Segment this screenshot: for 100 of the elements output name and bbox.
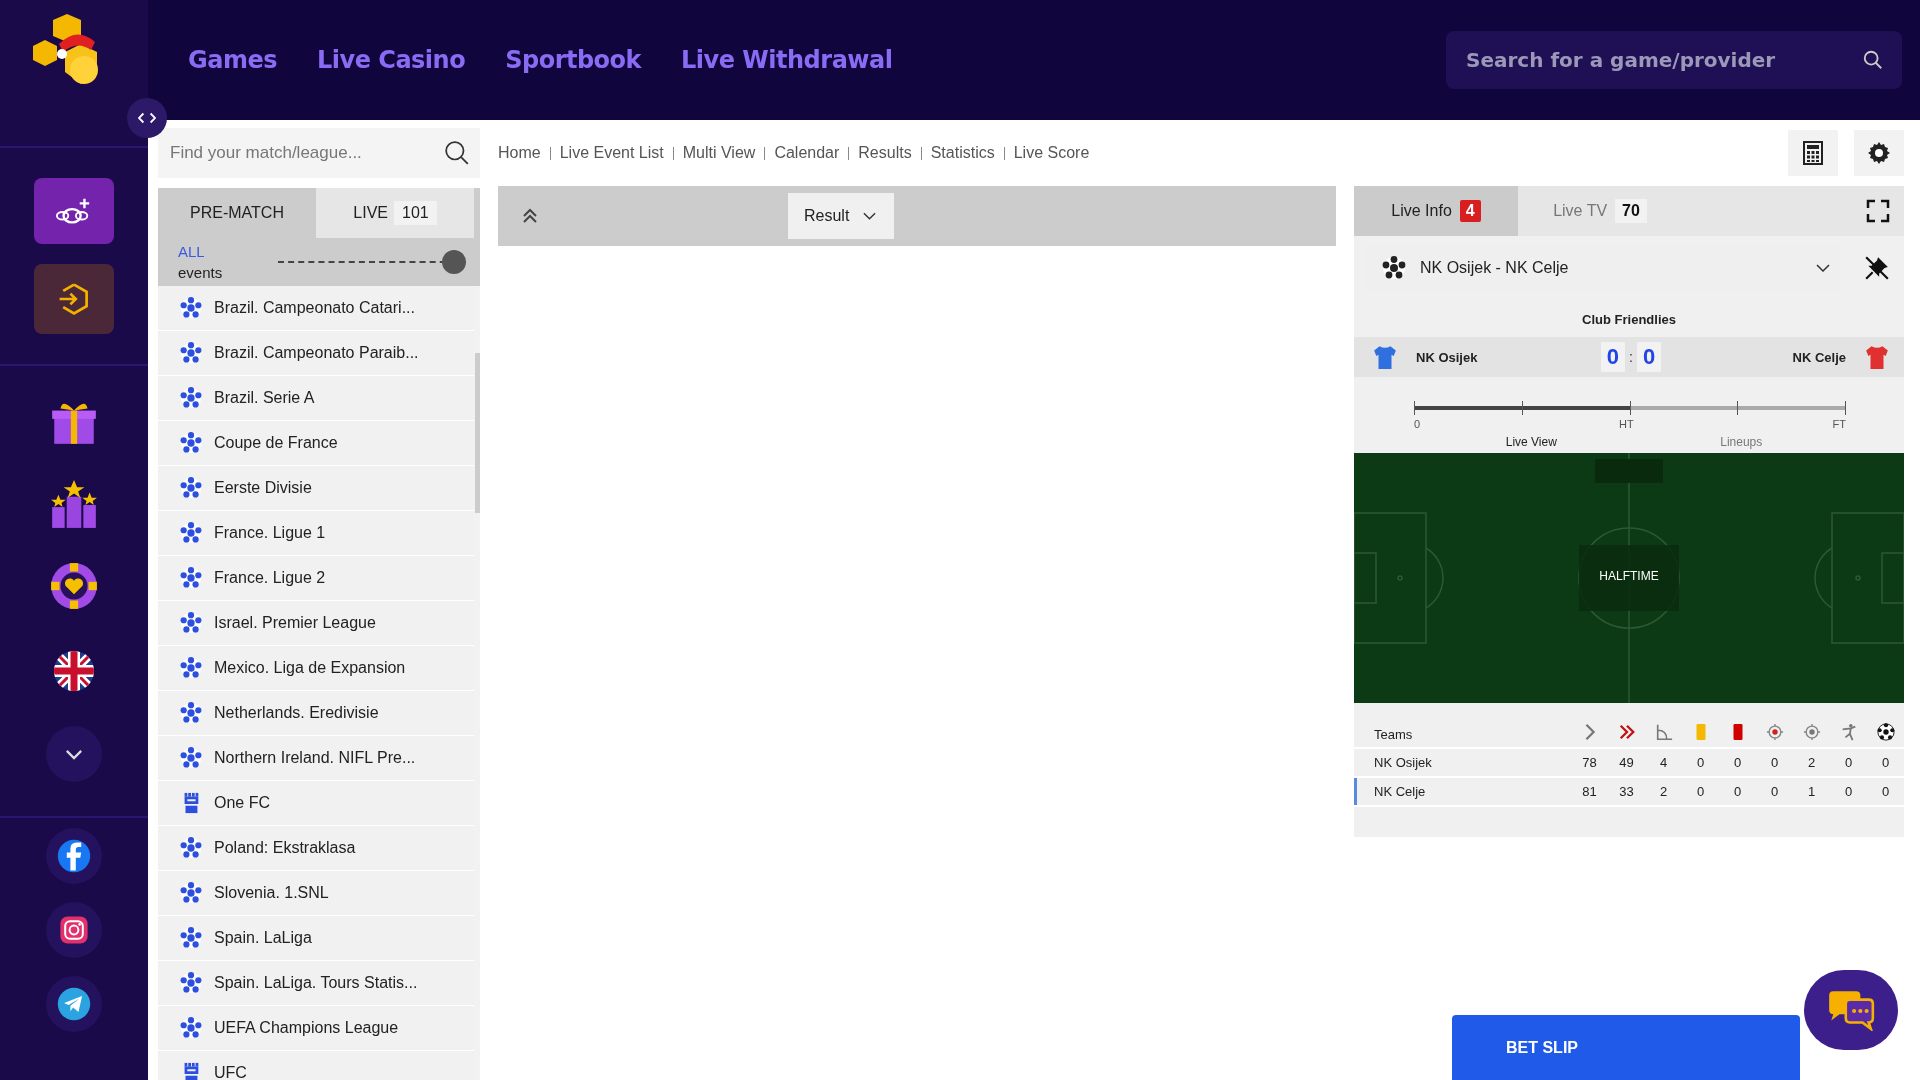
live-tab[interactable]: Live Info 4 — [1354, 186, 1518, 236]
ball-icon — [180, 387, 202, 409]
ball-icon — [180, 837, 202, 859]
facebook-button[interactable] — [46, 828, 102, 884]
instagram-button[interactable] — [46, 902, 102, 958]
stat-cell: 0 — [1682, 777, 1719, 805]
site-search-field[interactable]: Search for a game/provider — [1446, 31, 1902, 89]
search-icon[interactable] — [1862, 49, 1884, 71]
stat-cell: 4 — [1645, 748, 1682, 777]
settings-button[interactable] — [1854, 130, 1904, 176]
bet-slip-button[interactable]: BET SLIP — [1452, 1015, 1800, 1080]
mode-tab[interactable]: LIVE 101 — [316, 188, 474, 238]
view-tab[interactable]: Lineups — [1720, 435, 1763, 449]
ball-icon — [180, 1017, 202, 1039]
stat-cell: 0 — [1756, 777, 1793, 805]
nav-link[interactable]: Live Casino — [316, 46, 466, 74]
calculator-button[interactable] — [1788, 130, 1838, 176]
home-score: 0 — [1600, 342, 1626, 372]
ball-icon — [1382, 256, 1406, 280]
casino-chip-icon[interactable] — [48, 560, 100, 612]
stat-cell: 33 — [1608, 777, 1645, 805]
stat-cell: 0 — [1830, 777, 1867, 805]
stat-cell: 2 — [1793, 748, 1830, 777]
team-cell: NK Celje — [1354, 777, 1571, 805]
chevron-down-icon — [863, 212, 877, 220]
league-search-field[interactable]: Find your match/league... — [158, 128, 480, 178]
stats-row[interactable]: NK Celje 81 33 2 0 0 0 1 0 0 — [1354, 777, 1904, 805]
timeline-label: HT — [1619, 418, 1634, 430]
breadcrumb-link[interactable]: Live Score — [1013, 144, 1090, 162]
nav-link[interactable]: Games — [188, 46, 277, 74]
events-label: events — [178, 263, 224, 283]
search-icon[interactable] — [444, 140, 470, 166]
stat-cell: 49 — [1608, 748, 1645, 777]
stat-cell: 78 — [1571, 748, 1608, 777]
stat-cell: 0 — [1719, 777, 1756, 805]
breadcrumb-link[interactable]: Home — [498, 144, 541, 162]
breadcrumb-link[interactable]: Live Event List — [559, 144, 664, 162]
stat-cell: 0 — [1867, 748, 1904, 777]
chevron-down-icon — [65, 748, 83, 760]
events-slider[interactable] — [278, 250, 466, 274]
timeline-label: 0 — [1414, 418, 1421, 430]
stats-row[interactable]: NK Osijek 78 49 4 0 0 0 2 0 0 — [1354, 748, 1904, 777]
telegram-icon — [56, 986, 92, 1022]
double-chevron-icon — [1617, 723, 1636, 741]
ball-icon — [180, 567, 202, 589]
calculator-icon — [1803, 141, 1823, 165]
unpin-icon[interactable] — [1864, 255, 1890, 281]
nav-link[interactable]: Sportbook — [505, 46, 642, 74]
home-team-name: NK Osijek — [1416, 349, 1479, 365]
collapse-icon[interactable] — [522, 208, 538, 224]
competition-name: Club Friendlies — [1581, 311, 1677, 329]
register-button[interactable] — [34, 178, 114, 244]
match-status: HALFTIME — [1598, 569, 1660, 583]
corner-icon — [1654, 723, 1673, 741]
ball-icon — [180, 612, 202, 634]
breadcrumb-link[interactable]: Multi View — [682, 144, 756, 162]
stat-cell: 2 — [1645, 777, 1682, 805]
toggle-sidebar-button[interactable] — [127, 98, 167, 138]
ball-icon — [180, 297, 202, 319]
login-button[interactable] — [34, 264, 114, 334]
slider-thumb[interactable] — [442, 250, 466, 274]
score-separator: : — [1629, 349, 1633, 365]
stat-cell: 0 — [1830, 748, 1867, 777]
away-score: 0 — [1636, 342, 1662, 372]
ball-icon — [180, 657, 202, 679]
fullscreen-icon[interactable] — [1866, 199, 1890, 223]
ball-icon — [180, 702, 202, 724]
market-dropdown[interactable]: Result — [788, 193, 895, 239]
ball-icon — [180, 747, 202, 769]
timeline-label: FT — [1832, 418, 1846, 430]
live-tab[interactable]: Live TV 70 — [1518, 186, 1682, 236]
ball-icon — [180, 342, 202, 364]
nav-link[interactable]: Live Withdrawal — [681, 46, 893, 74]
all-filter-link[interactable]: ALL — [178, 241, 278, 262]
ball-icon — [180, 522, 202, 544]
away-team-name: NK Celje — [1791, 349, 1846, 365]
breadcrumb-link[interactable]: Results — [858, 144, 912, 162]
stat-cell: 0 — [1867, 777, 1904, 805]
ball-icon — [180, 432, 202, 454]
stat-cell: 1 — [1793, 777, 1830, 805]
settings-icon — [1867, 141, 1891, 165]
instagram-icon — [58, 914, 90, 946]
ball-icon — [180, 927, 202, 949]
target-icon — [1802, 723, 1821, 741]
stat-cell: 0 — [1756, 748, 1793, 777]
code-brackets-icon — [138, 112, 156, 124]
stat-cell: 0 — [1719, 748, 1756, 777]
stat-cell: 0 — [1682, 748, 1719, 777]
ball-icon — [180, 477, 202, 499]
telegram-button[interactable] — [46, 976, 102, 1032]
facebook-icon — [56, 838, 92, 874]
breadcrumb-link[interactable]: Calendar — [774, 144, 840, 162]
chevron-down-icon — [1816, 264, 1830, 272]
ball-icon — [180, 882, 202, 904]
ball-icon — [1876, 723, 1895, 741]
stat-cell: 81 — [1571, 777, 1608, 805]
view-tab[interactable]: Live View — [1505, 435, 1557, 449]
breadcrumb-link[interactable]: Statistics — [930, 144, 995, 162]
target-icon — [1765, 723, 1784, 741]
ball-icon — [180, 972, 202, 994]
